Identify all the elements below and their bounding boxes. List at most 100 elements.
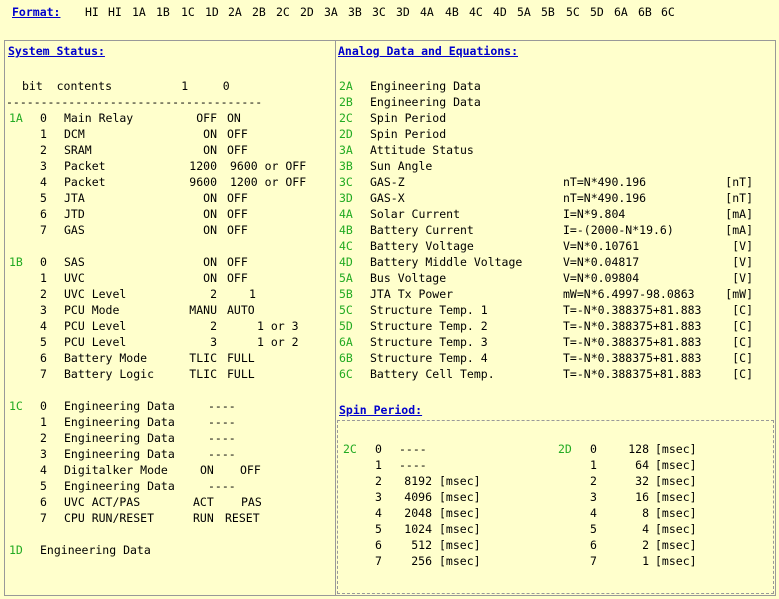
spin-period-title: Spin Period: (339, 403, 423, 417)
status-bit: 6 (40, 351, 47, 365)
spin-value: 128 (628, 442, 649, 456)
format-item: 3C (372, 5, 386, 19)
format-label: Format: (12, 5, 61, 19)
status-value-1: 9600 (189, 175, 217, 189)
format-item: 4B (445, 5, 459, 19)
analog-equation: mW=N*6.4997-98.0863 (563, 287, 695, 301)
spin-bit: 5 (590, 522, 597, 536)
format-item: 1B (156, 5, 170, 19)
analog-unit: [C] (732, 351, 753, 365)
spin-bit: 1 (375, 458, 382, 472)
status-name: UVC ACT/PAS (64, 495, 141, 509)
status-bit: 1 (40, 127, 47, 141)
spin-unit: [msec] (439, 506, 481, 520)
analog-id: 6B (339, 351, 353, 365)
spin-bit: 2 (375, 474, 382, 488)
analog-equation: T=-N*0.388375+81.883 (563, 319, 702, 333)
format-item: 3D (396, 5, 410, 19)
status-value-1: ON (203, 191, 217, 205)
analog-equation: V=N*0.09804 (563, 271, 640, 285)
analog-name: Attitude Status (370, 143, 474, 157)
analog-id: 2B (339, 95, 353, 109)
spin-value: ---- (399, 442, 427, 456)
status-value-1: OFF (196, 111, 217, 125)
status-value-0: OFF (227, 271, 248, 285)
spin-unit: [msec] (655, 522, 697, 536)
analog-id: 3A (339, 143, 353, 157)
status-value-1: ON (203, 223, 217, 237)
analog-name: GAS-X (370, 191, 405, 205)
status-value-0: PAS (241, 495, 262, 509)
analog-id: 5A (339, 271, 353, 285)
status-bit: 1 (40, 271, 47, 285)
status-value-0: ON (227, 111, 241, 125)
spin-unit: [msec] (655, 506, 697, 520)
analog-id: 2D (339, 127, 353, 141)
status-name: PCU Level (64, 319, 127, 333)
status-name: SAS (64, 255, 85, 269)
status-value-0: OFF (227, 255, 248, 269)
status-bit: 1 (40, 415, 47, 429)
status-bit: 0 (40, 255, 47, 269)
spin-bit: 6 (590, 538, 597, 552)
status-name: Engineering Data (40, 543, 151, 557)
status-bit: 3 (40, 159, 47, 173)
status-value-0: 1200 or OFF (230, 175, 307, 189)
format-item: 2C (276, 5, 290, 19)
format-item: 6C (661, 5, 675, 19)
status-bit: 7 (40, 367, 47, 381)
status-bit: 2 (40, 287, 47, 301)
spin-value: 4 (642, 522, 649, 536)
analog-equation: I=N*9.804 (563, 207, 626, 221)
spin-value: 2 (642, 538, 649, 552)
status-bit: 7 (40, 511, 47, 525)
spin-bit: 1 (590, 458, 597, 472)
spin-bit: 3 (375, 490, 382, 504)
status-bit: 4 (40, 319, 47, 333)
format-item: 5B (541, 5, 555, 19)
spin-value: 2048 (404, 506, 432, 520)
analog-name: Spin Period (370, 111, 447, 125)
status-name: Battery Logic (64, 367, 155, 381)
analog-name: GAS-Z (370, 175, 405, 189)
format-item: 1C (181, 5, 195, 19)
analog-id: 4B (339, 223, 353, 237)
spin-unit: [msec] (655, 554, 697, 568)
spin-unit: [msec] (439, 538, 481, 552)
spin-id-2d: 2D (558, 442, 572, 456)
status-value-1: ON (203, 207, 217, 221)
analog-unit: [nT] (725, 175, 753, 189)
status-bit: 0 (40, 111, 47, 125)
analog-equation: T=-N*0.388375+81.883 (563, 367, 702, 381)
analog-unit: [mW] (725, 287, 753, 301)
spin-value: 16 (635, 490, 649, 504)
status-name: Digitalker Mode (64, 463, 168, 477)
status-value-1: ACT (193, 495, 214, 509)
analog-equation: nT=N*490.196 (563, 175, 647, 189)
analog-name: Battery Current (370, 223, 474, 237)
spin-value: 32 (635, 474, 649, 488)
spin-value: 8192 (404, 474, 432, 488)
analog-id: 2A (339, 79, 353, 93)
analog-unit: [V] (732, 271, 753, 285)
format-item: 4C (469, 5, 483, 19)
format-item: 2D (300, 5, 314, 19)
format-item: HI (108, 5, 122, 19)
status-value-1: MANU (189, 303, 217, 317)
analog-id: 5C (339, 303, 353, 317)
spin-unit: [msec] (655, 490, 697, 504)
spin-unit: [msec] (439, 474, 481, 488)
spin-bit: 3 (590, 490, 597, 504)
spin-unit: [msec] (439, 522, 481, 536)
status-name: PCU Level (64, 335, 127, 349)
format-item: 6A (614, 5, 628, 19)
analog-name: Bus Voltage (370, 271, 447, 285)
status-value-0: OFF (227, 191, 248, 205)
analog-name: JTA Tx Power (370, 287, 454, 301)
analog-id: 3B (339, 159, 353, 173)
status-bit: 4 (40, 463, 47, 477)
analog-name: Spin Period (370, 127, 447, 141)
spin-bit: 6 (375, 538, 382, 552)
format-item: 4A (420, 5, 434, 19)
spin-unit: [msec] (655, 442, 697, 456)
